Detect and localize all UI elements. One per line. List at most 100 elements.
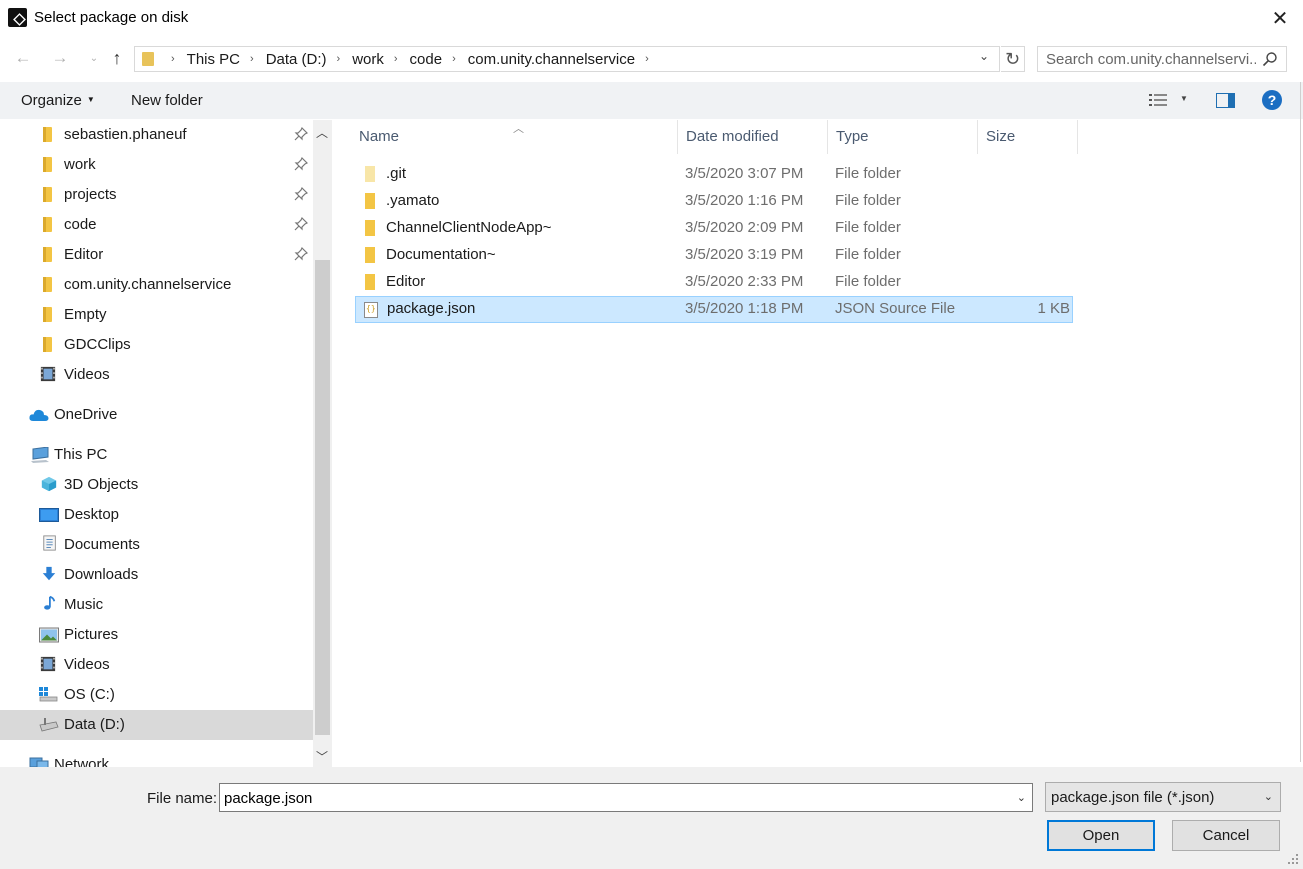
breadcrumb-this-pc[interactable]: This PC	[185, 51, 242, 68]
back-button[interactable]: ←	[11, 47, 35, 69]
pin-icon	[294, 187, 308, 201]
search-icon[interactable]	[1262, 51, 1278, 67]
column-header-type[interactable]: Type	[828, 120, 978, 154]
cancel-button[interactable]: Cancel	[1172, 820, 1280, 851]
breadcrumb-channelservice[interactable]: com.unity.channelservice	[466, 51, 637, 68]
sidebar-item-label: Downloads	[64, 566, 139, 583]
breadcrumb: › This PC › Data (D:) › work › code › co…	[163, 50, 659, 68]
help-icon[interactable]: ?	[1262, 90, 1282, 110]
scrollbar-thumb[interactable]	[315, 260, 330, 735]
sidebar-item-onedrive[interactable]: OneDrive	[0, 400, 313, 430]
sidebar-item-documents[interactable]: Documents	[0, 530, 313, 560]
window-title: Select package on disk	[34, 9, 189, 26]
file-row-documentation[interactable]: Documentation~ 3/5/2020 3:19 PM File fol…	[355, 242, 1073, 269]
refresh-button[interactable]: ↻	[1001, 46, 1025, 72]
sort-ascending-icon: ︿	[513, 123, 524, 135]
breadcrumb-chevron-icon[interactable]: ›	[444, 53, 466, 65]
column-header-name[interactable]: Name ︿	[351, 120, 678, 154]
sidebar-item-projects[interactable]: projects	[0, 180, 313, 210]
breadcrumb-chevron-icon[interactable]: ›	[242, 53, 264, 65]
scroll-down-arrow-icon[interactable]: ﹀	[316, 748, 328, 765]
folder-icon	[365, 247, 375, 263]
sidebar-item-music[interactable]: Music	[0, 590, 313, 620]
sidebar-item-gdcclips[interactable]: GDCClips	[0, 330, 313, 360]
address-bar[interactable]: › This PC › Data (D:) › work › code › co…	[134, 46, 1000, 72]
file-row-git[interactable]: .git 3/5/2020 3:07 PM File folder	[355, 161, 1073, 188]
network-icon	[29, 757, 49, 767]
onedrive-icon	[29, 409, 49, 421]
file-name-input[interactable]	[224, 789, 1004, 807]
sidebar-item-desktop[interactable]: Desktop	[0, 500, 313, 530]
sidebar-item-label: OneDrive	[54, 406, 118, 423]
sidebar-item-label: Network	[54, 756, 110, 767]
file-date: 3/5/2020 3:19 PM	[685, 246, 804, 263]
sidebar-item-empty[interactable]: Empty	[0, 300, 313, 330]
folder-icon	[43, 217, 52, 232]
chevron-down-icon[interactable]: ⌄	[1017, 791, 1026, 804]
pin-icon	[294, 247, 308, 261]
view-options-caret-icon[interactable]: ▼	[1180, 94, 1188, 103]
videos-icon	[40, 366, 56, 382]
recent-locations-button[interactable]: ⌄	[82, 47, 106, 69]
file-row-editor[interactable]: Editor 3/5/2020 2:33 PM File folder	[355, 269, 1073, 296]
column-header-size[interactable]: Size	[978, 120, 1078, 154]
organize-label: Organize	[21, 92, 82, 109]
up-button[interactable]: ↑	[105, 47, 129, 69]
folder-icon	[365, 193, 375, 209]
file-name: Documentation~	[386, 246, 496, 263]
breadcrumb-chevron-icon[interactable]: ›	[163, 53, 185, 65]
breadcrumb-chevron-icon[interactable]: ›	[329, 53, 351, 65]
sidebar-item-label: Videos	[64, 366, 110, 383]
file-row-yamato[interactable]: .yamato 3/5/2020 1:16 PM File folder	[355, 188, 1073, 215]
resize-grip-icon[interactable]	[1287, 853, 1299, 865]
scroll-up-arrow-icon[interactable]: ︿	[316, 124, 328, 141]
breadcrumb-code[interactable]: code	[408, 51, 445, 68]
breadcrumb-chevron-icon[interactable]: ›	[386, 53, 408, 65]
change-view-icon[interactable]	[1149, 93, 1167, 107]
sidebar-item-downloads[interactable]: Downloads	[0, 560, 313, 590]
sidebar-item-label: This PC	[54, 446, 108, 463]
search-box[interactable]	[1037, 46, 1287, 72]
file-name: .git	[386, 165, 407, 182]
sidebar-item-network[interactable]: Network	[0, 750, 313, 767]
file-name: package.json	[387, 300, 476, 317]
close-button[interactable]: ✕	[1257, 0, 1303, 36]
breadcrumb-chevron-icon[interactable]: ›	[637, 53, 659, 65]
sidebar-item-work[interactable]: work	[0, 150, 313, 180]
folder-icon	[43, 277, 52, 292]
search-input[interactable]	[1046, 50, 1256, 68]
folder-icon	[43, 337, 52, 352]
file-row-channelclientnodeapp[interactable]: ChannelClientNodeApp~ 3/5/2020 2:09 PM F…	[355, 215, 1073, 242]
file-type-filter-value: package.json file (*.json)	[1051, 789, 1215, 806]
sidebar-item-pictures[interactable]: Pictures	[0, 620, 313, 650]
sidebar-item-os-c[interactable]: OS (C:)	[0, 680, 313, 710]
breadcrumb-work[interactable]: work	[350, 51, 386, 68]
address-dropdown-button[interactable]: ⌄	[971, 49, 997, 75]
file-row-package-json[interactable]: package.json 3/5/2020 1:18 PM JSON Sourc…	[355, 296, 1073, 323]
column-header-date[interactable]: Date modified	[678, 120, 828, 154]
organize-button[interactable]: Organize ▼	[21, 92, 95, 109]
forward-button[interactable]: →	[48, 47, 72, 69]
navigation-pane-scrollbar[interactable]: ︿ ﹀	[313, 120, 332, 767]
sidebar-item-channelservice[interactable]: com.unity.channelservice	[0, 270, 313, 300]
sidebar-item-editor[interactable]: Editor	[0, 240, 313, 270]
sidebar-item-this-pc[interactable]: This PC	[0, 440, 313, 470]
sidebar-item-sebastien-phaneuf[interactable]: sebastien.phaneuf	[0, 120, 313, 150]
preview-pane-icon[interactable]	[1216, 93, 1235, 108]
folder-icon	[142, 52, 154, 66]
sidebar-item-3d-objects[interactable]: 3D Objects	[0, 470, 313, 500]
new-folder-button[interactable]: New folder	[131, 92, 203, 109]
file-name-combobox[interactable]: ⌄	[219, 783, 1033, 812]
column-name-label: Name	[359, 128, 400, 145]
sidebar-item-code[interactable]: code	[0, 210, 313, 240]
sidebar-item-videos[interactable]: Videos	[0, 650, 313, 680]
column-header-row: Name ︿ Date modified Type Size	[351, 120, 1078, 154]
file-type: File folder	[835, 219, 901, 236]
music-icon	[44, 595, 56, 610]
sidebar-item-videos-quick[interactable]: Videos	[0, 360, 313, 390]
file-type: File folder	[835, 165, 901, 182]
breadcrumb-data-drive[interactable]: Data (D:)	[264, 51, 329, 68]
file-type-filter-select[interactable]: package.json file (*.json) ⌄	[1045, 782, 1281, 812]
open-button[interactable]: Open	[1047, 820, 1155, 851]
sidebar-item-data-d[interactable]: Data (D:)	[0, 710, 313, 740]
